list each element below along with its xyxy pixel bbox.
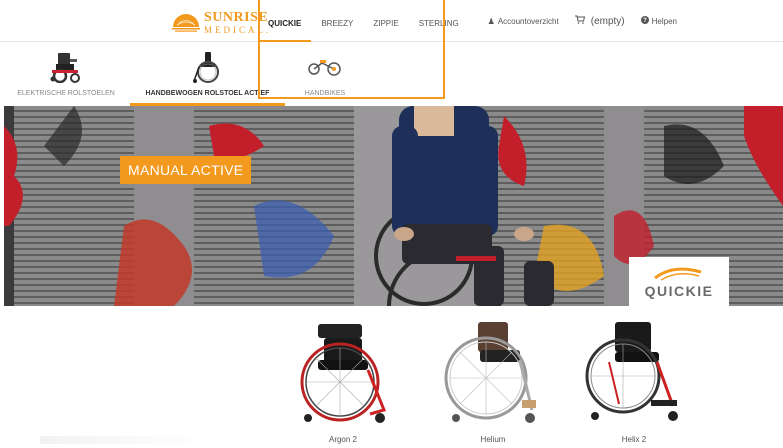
account-overview-link[interactable]: ♟ Accountoverzicht xyxy=(488,17,559,26)
product-card-helium[interactable]: Helium xyxy=(433,312,553,448)
top-navigation-bar: SUNRISE MEDICAL. QUICKIE BREEZY ZIPPIE S… xyxy=(0,0,783,42)
category-electric-wheelchairs[interactable]: ELEKTRISCHE ROLSTOELEN xyxy=(17,42,115,106)
category-label: HANDBEWOGEN ROLSTOEL ACTIEF xyxy=(145,90,270,97)
category-manual-active-wheelchairs[interactable]: HANDBEWOGEN ROLSTOEL ACTIEF xyxy=(130,42,285,106)
quickie-logo-icon: QUICKIE xyxy=(645,267,714,299)
hero-banner: MANUAL ACTIVE QUICKIE xyxy=(4,106,783,306)
product-image xyxy=(288,312,398,428)
product-name: Helix 2 xyxy=(621,435,647,444)
product-image xyxy=(579,312,689,428)
sun-logo-icon xyxy=(172,14,200,32)
cart-label: (empty) xyxy=(590,15,625,27)
tab-zippie[interactable]: ZIPPIE xyxy=(363,0,408,42)
help-link[interactable]: ? Helpen xyxy=(640,16,677,26)
quickie-brand-text: QUICKIE xyxy=(645,283,714,299)
product-list: Argon 2 Helium Helix 2 xyxy=(0,306,783,448)
hero-category-tag: MANUAL ACTIVE xyxy=(120,156,252,184)
product-card-argon-2[interactable]: Argon 2 xyxy=(283,312,403,448)
product-name: Helium xyxy=(480,435,506,444)
sunrise-medical-logo[interactable]: SUNRISE MEDICAL. xyxy=(171,10,271,36)
cart-link[interactable]: (empty) xyxy=(574,15,625,27)
help-label: Helpen xyxy=(651,16,677,26)
category-label: ELEKTRISCHE ROLSTOELEN xyxy=(17,90,115,97)
tab-quickie[interactable]: QUICKIE xyxy=(258,0,312,42)
category-bar: ELEKTRISCHE ROLSTOELEN HANDBEWOGEN ROLST… xyxy=(0,42,783,106)
brand-tabs: QUICKIE BREEZY ZIPPIE STERLING xyxy=(258,0,469,42)
quickie-brand-badge: QUICKIE xyxy=(629,257,729,306)
handbike-image xyxy=(308,50,342,84)
user-icon: ♟ xyxy=(487,16,495,26)
category-handbikes[interactable]: HANDBIKES xyxy=(285,42,365,106)
tab-breezy[interactable]: BREEZY xyxy=(311,0,363,42)
svg-text:?: ? xyxy=(643,18,647,24)
divider-shadow xyxy=(40,436,210,444)
product-card-helix-2[interactable]: Helix 2 xyxy=(574,312,694,448)
product-image xyxy=(438,312,548,428)
question-circle-icon: ? xyxy=(640,16,649,26)
product-name: Argon 2 xyxy=(328,435,358,444)
account-links: ♟ Accountoverzicht (empty) ? Helpen xyxy=(472,0,783,42)
cart-icon xyxy=(574,15,585,27)
power-wheelchair-image xyxy=(48,50,84,84)
account-overview-label: Accountoverzicht xyxy=(497,16,559,26)
tab-sterling[interactable]: STERLING xyxy=(409,0,469,42)
manual-wheelchair-image xyxy=(191,50,225,84)
category-label: HANDBIKES xyxy=(304,90,346,97)
